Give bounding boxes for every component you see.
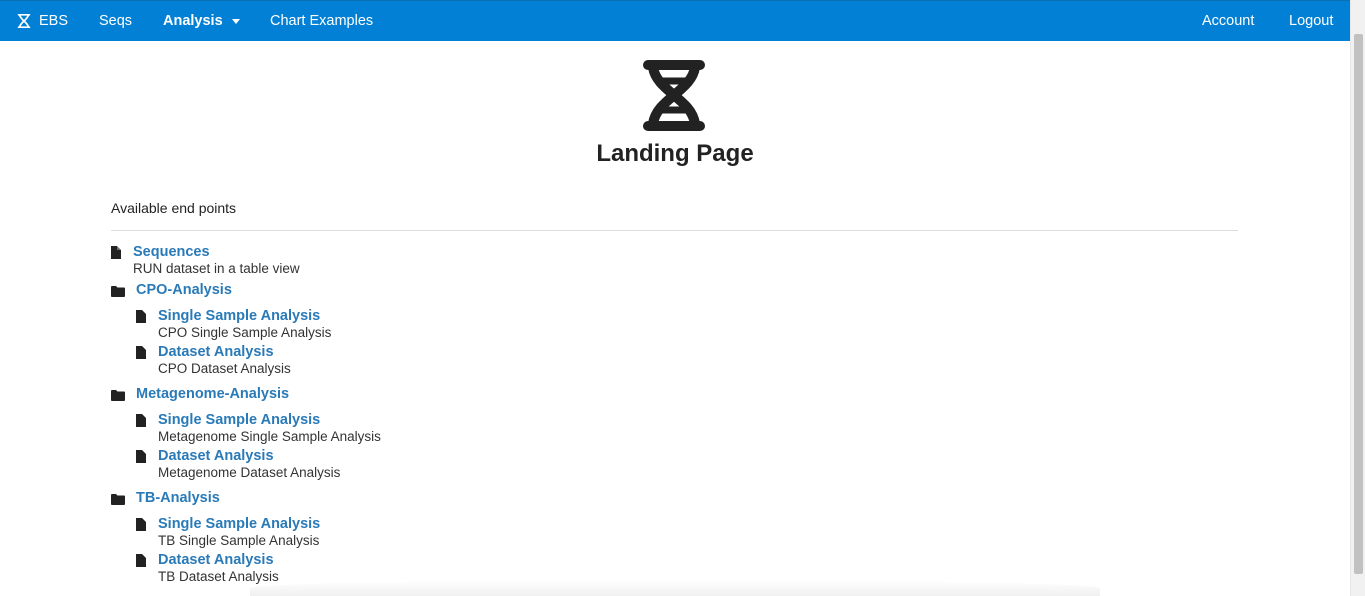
endpoints-heading: Available end points	[111, 200, 237, 216]
folder-icon	[111, 286, 125, 297]
cpo-analysis-link[interactable]: CPO-Analysis	[136, 282, 232, 299]
file-icon	[136, 554, 146, 567]
footer-shadow	[250, 580, 1100, 596]
nav-analysis-dropdown[interactable]: Analysis	[163, 1, 240, 42]
tb-single-sample-link[interactable]: Single Sample Analysis	[158, 516, 320, 533]
page-scrollbar[interactable]	[1350, 0, 1365, 596]
nav-chart-examples[interactable]: Chart Examples	[270, 1, 373, 42]
dna-icon	[643, 60, 705, 131]
divider	[111, 230, 1238, 231]
dna-icon	[17, 14, 31, 28]
sequences-link[interactable]: Sequences	[133, 244, 210, 261]
metagenome-dataset-description: Metagenome Dataset Analysis	[158, 465, 341, 480]
folder-icon	[111, 390, 125, 401]
scrollbar-thumb[interactable]	[1354, 34, 1363, 574]
nav-analysis-label: Analysis	[163, 13, 223, 29]
tb-single-sample-description: TB Single Sample Analysis	[158, 533, 320, 548]
tb-analysis-link[interactable]: TB-Analysis	[136, 490, 220, 507]
file-icon	[136, 310, 146, 323]
file-icon	[136, 414, 146, 427]
cpo-dataset-description: CPO Dataset Analysis	[158, 361, 291, 376]
metagenome-single-sample-description: Metagenome Single Sample Analysis	[158, 429, 381, 444]
cpo-single-sample-description: CPO Single Sample Analysis	[158, 325, 332, 340]
metagenome-dataset-link[interactable]: Dataset Analysis	[158, 448, 274, 465]
metagenome-single-sample-link[interactable]: Single Sample Analysis	[158, 412, 320, 429]
folder-icon	[111, 494, 125, 505]
nav-account[interactable]: Account	[1202, 1, 1254, 42]
nav-seqs[interactable]: Seqs	[99, 1, 132, 42]
tb-dataset-description: TB Dataset Analysis	[158, 569, 279, 584]
file-icon	[136, 518, 146, 531]
metagenome-analysis-link[interactable]: Metagenome-Analysis	[136, 386, 289, 403]
brand-label: EBS	[39, 13, 69, 29]
tb-dataset-link[interactable]: Dataset Analysis	[158, 552, 274, 569]
page-title: Landing Page	[596, 140, 754, 167]
cpo-dataset-link[interactable]: Dataset Analysis	[158, 344, 274, 361]
cpo-single-sample-link[interactable]: Single Sample Analysis	[158, 308, 320, 325]
nav-logout[interactable]: Logout	[1289, 1, 1333, 42]
file-icon	[111, 246, 121, 259]
file-icon	[136, 450, 146, 463]
top-navbar: EBS Seqs Analysis Chart Examples Account…	[0, 0, 1350, 41]
caret-down-icon	[231, 18, 240, 24]
file-icon	[136, 346, 146, 359]
sequences-description: RUN dataset in a table view	[133, 261, 300, 276]
